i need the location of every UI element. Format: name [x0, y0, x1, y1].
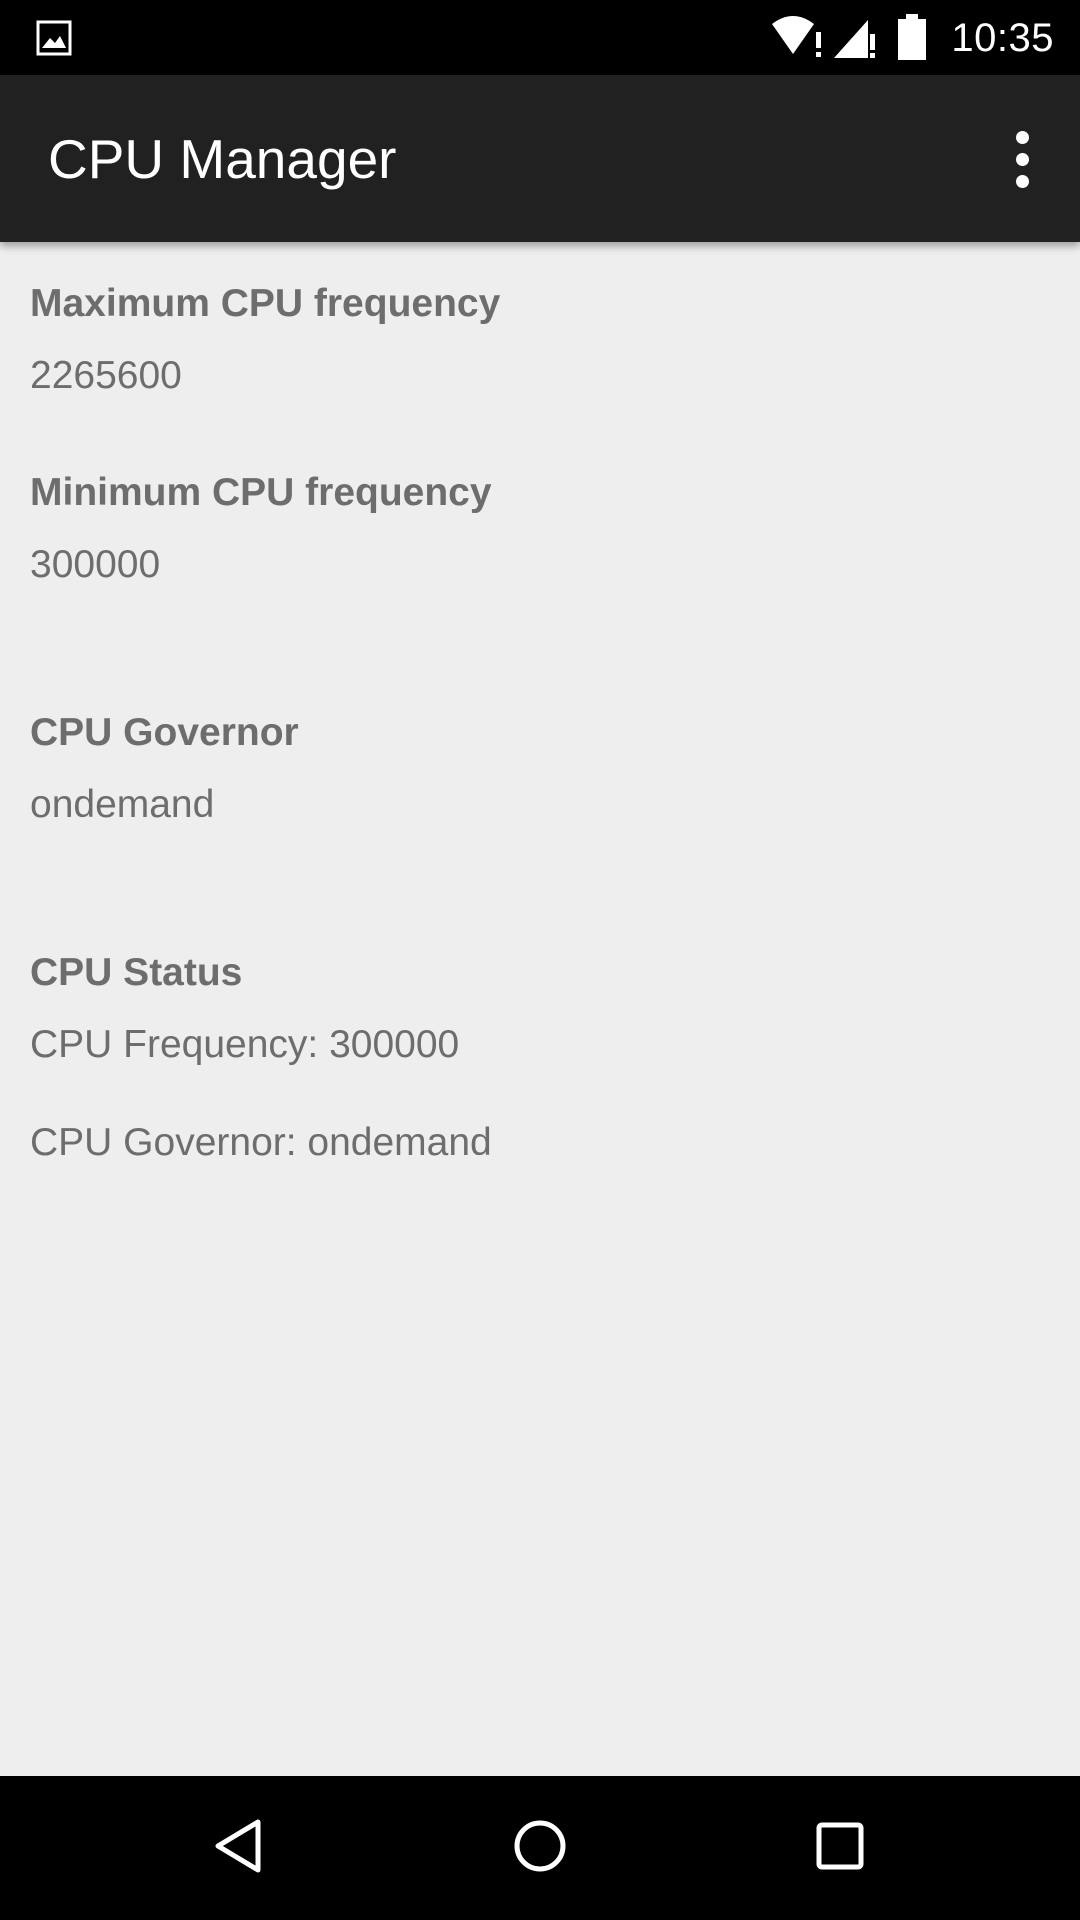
- cpu-status-label: CPU Status: [30, 951, 243, 994]
- cpu-status-section: CPU Status: [30, 949, 242, 997]
- overflow-menu-button[interactable]: [986, 115, 1058, 203]
- min-frequency-value: 300000: [30, 543, 161, 586]
- max-frequency-value: 2265600: [30, 354, 182, 397]
- more-vert-icon: [1015, 130, 1029, 144]
- governor-value: ondemand: [30, 783, 215, 826]
- app-title: CPU Manager: [48, 128, 397, 190]
- cpu-frequency-status: CPU Frequency: 300000: [30, 1023, 460, 1066]
- home-icon: [510, 1816, 570, 1881]
- status-bar: 10:35: [0, 0, 1080, 75]
- app-bar: CPU Manager: [0, 75, 1080, 242]
- recents-icon: [810, 1816, 870, 1881]
- battery-icon: [898, 14, 926, 60]
- max-frequency-setting[interactable]: Maximum CPU frequency 2265600: [30, 280, 500, 400]
- status-bar-clock: 10:35: [951, 16, 1054, 60]
- navigation-bar: [0, 1776, 1080, 1920]
- image-notification-icon: [36, 20, 72, 56]
- min-frequency-setting[interactable]: Minimum CPU frequency 300000: [30, 469, 492, 589]
- back-button[interactable]: [190, 1798, 290, 1898]
- cell-signal-icon: [832, 16, 876, 60]
- governor-label: CPU Governor: [30, 711, 299, 754]
- max-frequency-label: Maximum CPU frequency: [30, 282, 501, 325]
- back-icon: [210, 1816, 270, 1881]
- governor-setting[interactable]: CPU Governor ondemand: [30, 709, 299, 829]
- cpu-governor-status: CPU Governor: ondemand: [30, 1121, 492, 1164]
- main-content: Maximum CPU frequency 2265600 Minimum CP…: [0, 242, 1080, 1776]
- wifi-icon: [770, 14, 828, 60]
- home-button[interactable]: [490, 1798, 590, 1898]
- recents-button[interactable]: [790, 1798, 890, 1898]
- min-frequency-label: Minimum CPU frequency: [30, 471, 492, 514]
